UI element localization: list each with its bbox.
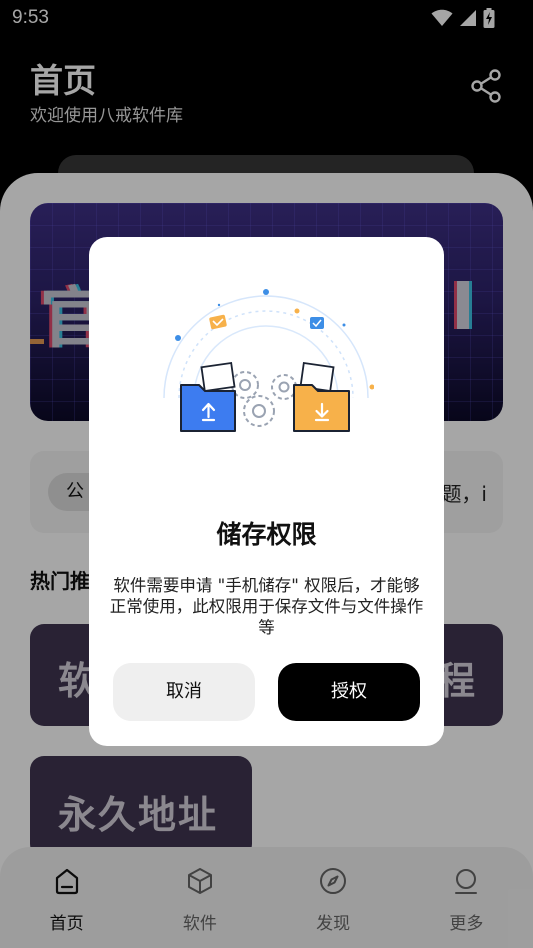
storage-permission-dialog: 储存权限 软件需要申请 "手机储存" 权限后，才能够正常使用，此权限用于保存文件… — [89, 237, 444, 746]
storage-folders-illustration — [163, 289, 374, 432]
dialog-title: 储存权限 — [216, 520, 317, 549]
dialog-message: 软件需要申请 "手机储存" 权限后，才能够正常使用，此权限用于保存文件与文件操作… — [109, 576, 424, 637]
grant-button[interactable]: 授权 — [278, 663, 420, 721]
cancel-button[interactable]: 取消 — [113, 663, 255, 721]
